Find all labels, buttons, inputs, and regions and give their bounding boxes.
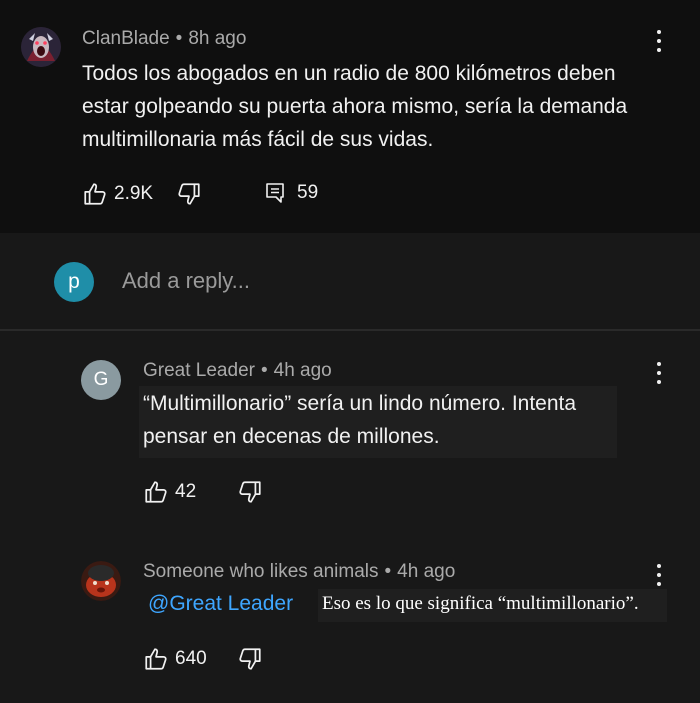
clanblade-avatar-image xyxy=(21,27,61,67)
comment-text: Todos los abogados en un radio de 800 ki… xyxy=(82,57,682,156)
timestamp[interactable]: 8h ago xyxy=(188,28,246,49)
timestamp[interactable]: 4h ago xyxy=(274,360,332,381)
like-button[interactable]: 2.9K xyxy=(82,181,153,207)
thumbs-down-icon xyxy=(178,183,200,205)
avatar[interactable] xyxy=(81,561,121,601)
mention-link[interactable]: @Great Leader xyxy=(148,592,293,616)
comment-header: ClanBlade • 8h ago xyxy=(82,28,246,50)
reply-comment-icon xyxy=(266,183,284,203)
author-name[interactable]: Great Leader xyxy=(143,360,255,381)
kebab-dot xyxy=(657,573,661,577)
separator: • xyxy=(384,561,392,582)
thumbs-down-icon xyxy=(239,648,261,670)
replies-button[interactable]: 59 xyxy=(263,181,318,205)
kebab-dot xyxy=(657,362,661,366)
separator: • xyxy=(175,28,183,49)
timestamp[interactable]: 4h ago xyxy=(397,561,455,582)
kebab-dot xyxy=(657,39,661,43)
divider xyxy=(0,329,700,331)
kebab-dot xyxy=(657,371,661,375)
thumbs-down-icon xyxy=(239,481,261,503)
like-count: 2.9K xyxy=(114,183,154,204)
reply-text: Eso es lo que significa “multimillonario… xyxy=(322,593,639,614)
kebab-dot xyxy=(657,30,661,34)
thumbs-up-icon xyxy=(84,183,106,205)
reply-text: “Multimillonario” sería un lindo número.… xyxy=(143,387,643,453)
avatar[interactable]: G xyxy=(81,360,121,400)
comment-line: estar golpeando su puerta ahora mismo, s… xyxy=(82,95,628,118)
reply-menu-button[interactable] xyxy=(649,562,669,588)
user-avatar: p xyxy=(54,262,94,302)
reply-menu-button[interactable] xyxy=(649,360,669,386)
comment-line: multimillonaria más fácil de sus vidas. xyxy=(82,128,434,151)
kebab-dot xyxy=(657,48,661,52)
separator: • xyxy=(260,360,268,381)
dislike-button[interactable] xyxy=(176,181,202,207)
kebab-dot xyxy=(657,380,661,384)
like-count: 640 xyxy=(175,648,207,669)
reply-header: Someone who likes animals • 4h ago xyxy=(143,561,455,583)
kebab-dot xyxy=(657,582,661,586)
thumbs-up-icon xyxy=(145,648,167,670)
like-button[interactable]: 640 xyxy=(143,646,207,672)
author-name[interactable]: ClanBlade xyxy=(82,28,170,49)
comment-line: Todos los abogados en un radio de 800 ki… xyxy=(82,62,616,85)
reply-count: 59 xyxy=(297,182,319,203)
reply-header: Great Leader • 4h ago xyxy=(143,360,332,382)
comment-menu-button[interactable] xyxy=(649,28,669,54)
kebab-dot xyxy=(657,564,661,568)
avatar[interactable] xyxy=(21,27,61,67)
animal-avatar-image xyxy=(81,561,121,601)
like-count: 42 xyxy=(175,481,197,502)
author-name[interactable]: Someone who likes animals xyxy=(143,561,379,582)
dislike-button[interactable] xyxy=(237,646,263,672)
add-reply-input[interactable]: Add a reply... xyxy=(122,268,250,294)
reply-line: “Multimillonario” sería un lindo número.… xyxy=(143,392,577,415)
dislike-button[interactable] xyxy=(237,479,263,505)
reply-line: pensar en decenas de millones. xyxy=(143,425,440,448)
like-button[interactable]: 42 xyxy=(143,479,196,505)
thumbs-up-icon xyxy=(145,481,167,503)
